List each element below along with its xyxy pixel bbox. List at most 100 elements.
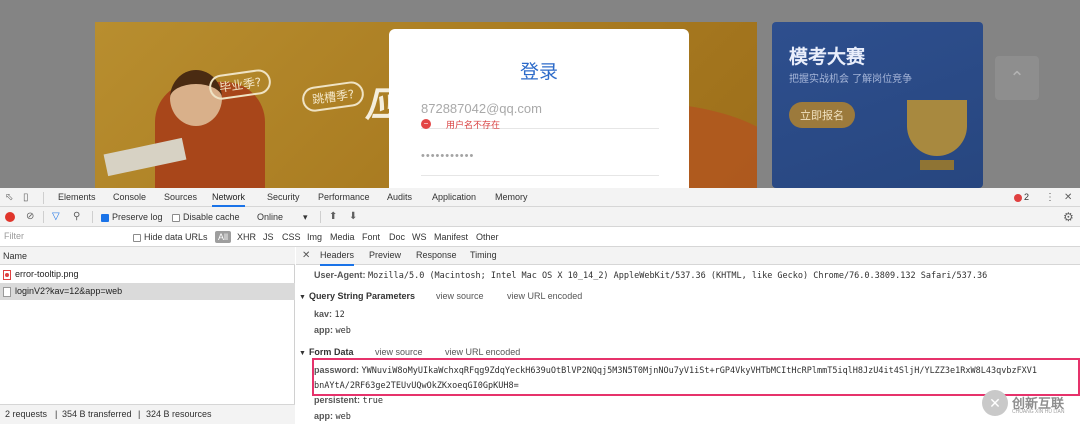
form-param-app: app: web [314, 410, 351, 423]
tab-preview[interactable]: Preview [369, 247, 401, 264]
export-har-icon[interactable]: ⬇ [349, 207, 357, 227]
tab-performance[interactable]: Performance [318, 188, 370, 207]
param-key: persistent: [314, 395, 361, 405]
request-details: ✕ Headers Preview Response Timing User-A… [296, 247, 1080, 424]
hide-data-urls-checkbox[interactable]: Hide data URLs [133, 227, 208, 247]
login-dialog: 登录 872887042@qq.com − 用户名不存在 ••••••••••• [389, 29, 689, 188]
mock-exam-banner[interactable]: 模考大赛 把握实战机会 了解岗位竞争 立即报名 [772, 22, 983, 188]
webpage-background: 毕业季? 跳槽季? 应届生 当下 模考大赛 把握实战机会 了解岗位竞争 立即报名… [0, 0, 1080, 188]
divider [43, 192, 44, 204]
throttling-value: Online [257, 212, 284, 222]
tab-memory[interactable]: Memory [495, 188, 528, 207]
user-agent-header: User-Agent: Mozilla/5.0 (Macintosh; Inte… [314, 269, 987, 282]
filter-type-css[interactable]: CSS [282, 227, 301, 247]
param-value: 12 [334, 310, 345, 320]
login-title: 登录 [519, 61, 558, 83]
disable-cache-label: Disable cache [183, 212, 240, 222]
param-key: kav: [314, 309, 333, 319]
gear-icon[interactable]: ⚙ [1063, 207, 1074, 227]
request-list: Name error-tooltip.png loginV2?kav=12&ap… [0, 247, 295, 424]
username-field[interactable]: 872887042@qq.com [421, 101, 542, 116]
device-toolbar-icon[interactable]: ▯ [23, 188, 29, 207]
mock-exam-subtitle: 把握实战机会 了解岗位竞争 [789, 74, 913, 85]
filter-icon[interactable]: ▽ [52, 207, 60, 227]
query-param-row: kav: 12 [314, 308, 345, 321]
section-title: Form Data [308, 347, 354, 357]
view-source-link[interactable]: view source [436, 291, 484, 301]
close-icon[interactable]: ✕ [302, 247, 310, 265]
disable-cache-checkbox[interactable]: Disable cache [172, 207, 240, 227]
request-name: loginV2?kav=12&app=web [15, 286, 123, 296]
import-har-icon[interactable]: ⬆ [329, 207, 337, 227]
view-url-encoded-link[interactable]: view URL encoded [445, 347, 520, 357]
filter-type-manifest[interactable]: Manifest [434, 227, 468, 247]
trophy-base-icon [920, 160, 954, 170]
header-value: Mozilla/5.0 (Macintosh; Intel Mac OS X 1… [368, 271, 988, 281]
preserve-log-checkbox[interactable]: Preserve log [101, 207, 163, 227]
inspect-element-icon[interactable]: ⬁ [5, 188, 13, 207]
summary-divider: | [138, 409, 141, 419]
filter-type-font[interactable]: Font [362, 227, 380, 247]
tab-console[interactable]: Console [113, 188, 146, 207]
filter-type-xhr[interactable]: XHR [237, 227, 256, 247]
hide-data-urls-label: Hide data URLs [144, 232, 208, 242]
query-param-row: app: web [314, 324, 351, 337]
summary-divider: | [55, 409, 58, 419]
more-options-icon[interactable]: ⋮ [1045, 188, 1055, 207]
param-key: app: [314, 325, 333, 335]
query-string-section[interactable]: ▼ Query String Parameters [299, 291, 415, 301]
filter-type-all[interactable]: All [215, 231, 232, 243]
tab-audits[interactable]: Audits [387, 188, 412, 207]
register-now-button[interactable]: 立即报名 [789, 102, 855, 128]
name-column-header[interactable]: Name [0, 247, 295, 265]
param-key: app: [314, 411, 333, 421]
tab-timing[interactable]: Timing [470, 247, 497, 264]
filter-type-doc[interactable]: Doc [389, 227, 405, 247]
request-row-selected[interactable]: loginV2?kav=12&app=web [0, 283, 295, 300]
form-data-section[interactable]: ▼ Form Data [299, 347, 353, 357]
section-title: Query String Parameters [308, 291, 415, 301]
watermark-subtitle: CHUANG XIN HU LIAN [1012, 409, 1065, 415]
highlight-annotation-box [312, 358, 1080, 396]
tab-application[interactable]: Application [432, 188, 476, 207]
tab-network[interactable]: Network [212, 188, 246, 207]
transferred-size: 354 B transferred [62, 409, 132, 419]
filter-type-img[interactable]: Img [307, 227, 322, 247]
filter-type-media[interactable]: Media [330, 227, 355, 247]
error-count-badge[interactable]: 2 [1014, 188, 1029, 207]
screen: 毕业季? 跳槽季? 应届生 当下 模考大赛 把握实战机会 了解岗位竞争 立即报名… [0, 0, 1080, 424]
clear-icon[interactable]: ⊘ [26, 207, 34, 227]
param-value: true [362, 396, 384, 406]
filter-type-other[interactable]: Other [476, 227, 499, 247]
preserve-log-label: Preserve log [112, 212, 163, 222]
tab-headers[interactable]: Headers [320, 247, 355, 266]
watermark-icon: ✕ [982, 390, 1008, 416]
tab-elements[interactable]: Elements [58, 188, 96, 207]
view-source-link[interactable]: view source [375, 347, 423, 357]
header-key: User-Agent: [314, 270, 366, 280]
resources-size: 324 B resources [146, 409, 212, 419]
search-icon[interactable]: ⚲ [73, 207, 80, 227]
error-count: 2 [1024, 192, 1030, 202]
network-toolbar: ⊘ ▽ ⚲ Preserve log Disable cache Online ▾… [0, 207, 1080, 227]
tab-security[interactable]: Security [267, 188, 300, 207]
chevron-up-icon[interactable]: ⌃ [995, 56, 1039, 100]
param-value: web [335, 412, 351, 422]
view-url-encoded-link[interactable]: view URL encoded [507, 291, 582, 301]
divider [92, 211, 93, 223]
filter-type-js[interactable]: JS [263, 227, 274, 247]
tab-sources[interactable]: Sources [164, 188, 197, 207]
password-field[interactable]: ••••••••••• [421, 150, 474, 162]
throttling-select[interactable]: Online ▾ [257, 207, 308, 227]
filter-input[interactable]: Filter [0, 227, 125, 246]
request-name: error-tooltip.png [15, 269, 79, 279]
divider [43, 211, 44, 223]
request-row[interactable]: error-tooltip.png [0, 266, 295, 283]
filter-type-ws[interactable]: WS [412, 227, 427, 247]
triangle-down-icon: ▼ [299, 294, 306, 301]
request-count: 2 requests [5, 409, 48, 419]
record-icon[interactable] [5, 212, 15, 222]
triangle-down-icon: ▼ [299, 350, 306, 357]
close-icon[interactable]: ✕ [1064, 188, 1072, 207]
tab-response[interactable]: Response [416, 247, 457, 264]
